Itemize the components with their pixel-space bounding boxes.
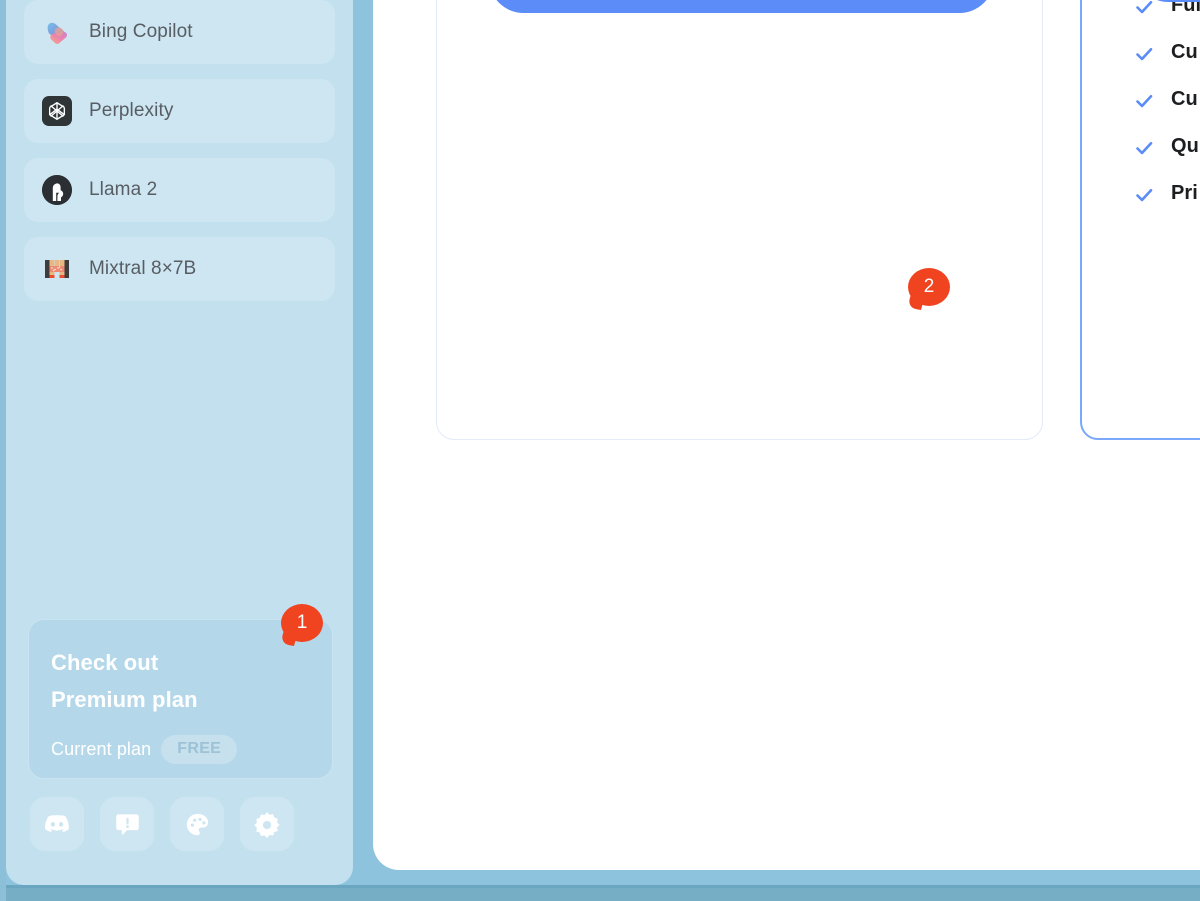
sidebar-tool-row (30, 797, 294, 851)
feature-label: Ful (1171, 0, 1200, 16)
app-window: Priority customer support * Use your own… (0, 0, 1200, 901)
current-plan-label: Current plan (51, 739, 152, 759)
llama-icon (42, 175, 72, 205)
premium-promo-card[interactable]: Check out Premium plan Current plan FREE… (28, 604, 333, 779)
discord-button[interactable] (30, 797, 84, 851)
sidebar-item-bing-copilot[interactable]: Bing Copilot (24, 0, 335, 64)
window-left-edge (0, 0, 6, 901)
sidebar-item-label: Mixtral 8×7B (89, 258, 197, 279)
sidebar-item-llama-2[interactable]: Llama 2 (24, 158, 335, 222)
check-icon (1136, 141, 1153, 155)
window-bottom-strip (0, 885, 1200, 901)
feature-label: Cu (1171, 88, 1198, 110)
badge-count: 2 (923, 276, 935, 297)
feature-item: Qu (1134, 135, 1200, 158)
feature-item: Ful (1134, 0, 1200, 17)
promo-title-line1: Check out (51, 650, 159, 675)
sidebar-item-mixtral[interactable]: Mixtral 8×7B (24, 237, 335, 301)
perplexity-icon (42, 96, 72, 126)
sidebar-item-label: Llama 2 (89, 179, 158, 200)
purchase-license-button[interactable]: Purchase license (489, 0, 994, 13)
feature-label: Qu (1171, 135, 1199, 157)
sidebar-item-perplexity[interactable]: Perplexity (24, 79, 335, 143)
palette-icon (186, 813, 208, 835)
notification-badge-2[interactable]: 2 (908, 268, 950, 306)
check-icon (1136, 188, 1153, 202)
feature-item: Cu (1134, 88, 1200, 111)
check-icon (1136, 0, 1153, 14)
llama-glyph (42, 175, 72, 205)
promo-title: Check out Premium plan (51, 644, 251, 718)
discord-icon (45, 815, 69, 833)
sidebar-item-label: Perplexity (89, 100, 174, 121)
feature-item: Cu (1134, 41, 1200, 64)
premium-plan-feature-list: Ch Rea Ful (1134, 0, 1200, 229)
promo-title-line2: Premium plan (51, 687, 198, 712)
bing-copilot-icon (47, 22, 68, 44)
plan-card-free: Priority customer support * Use your own… (436, 0, 1043, 440)
settings-button[interactable] (240, 797, 294, 851)
mixtral-icon (45, 260, 69, 278)
badge-count: 1 (296, 612, 308, 633)
feature-label: Cu (1171, 41, 1198, 63)
feature-label: Pri (1171, 182, 1198, 204)
current-plan-row: Current plan FREE (51, 735, 310, 764)
sidebar: Bing Copilot Perplexity Llama 2 Mixtral … (6, 0, 353, 885)
perplexity-glyph (48, 102, 66, 120)
check-icon (1136, 47, 1153, 61)
check-icon (1136, 94, 1153, 108)
sidebar-item-label: Bing Copilot (89, 21, 193, 42)
gear-icon (254, 812, 280, 838)
theme-button[interactable] (170, 797, 224, 851)
plan-card-premium: Premium Ch Rea (1080, 0, 1200, 440)
model-list: Bing Copilot Perplexity Llama 2 Mixtral … (24, 0, 335, 316)
feedback-icon (115, 813, 139, 835)
main-content-panel: Priority customer support * Use your own… (373, 0, 1200, 870)
notification-badge-1[interactable]: 1 (281, 604, 323, 642)
current-plan-badge: FREE (161, 735, 238, 764)
feedback-button[interactable] (100, 797, 154, 851)
feature-item: Pri (1134, 182, 1200, 205)
